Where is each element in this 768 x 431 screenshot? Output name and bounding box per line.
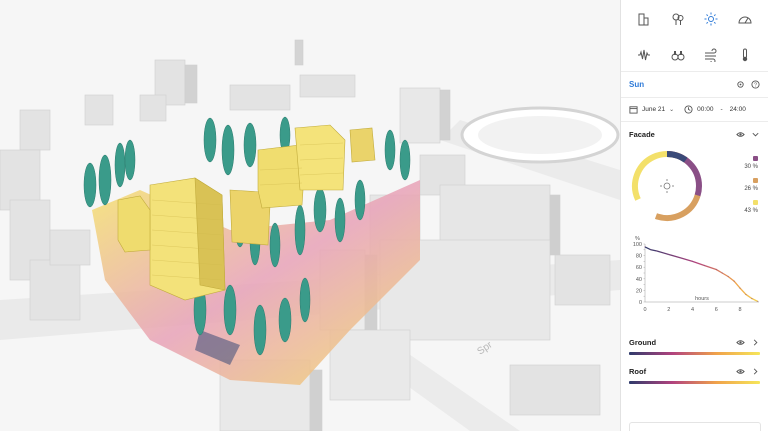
date-select[interactable]: June 21 (642, 106, 665, 113)
chevron-down-icon[interactable]: ⌄ (669, 106, 674, 113)
data-point (703, 264, 705, 267)
tool-icon-grid (621, 0, 768, 72)
facade-donut-chart: 30 % 26 % 43 % (621, 146, 768, 232)
x-tick-label: 8 (738, 307, 741, 313)
sun-hours-line-chart: %0204060801000 2 4 6 8hours (633, 236, 759, 313)
data-point (721, 272, 723, 274)
panel-footer-box (629, 422, 761, 431)
sun-tool-button[interactable] (695, 10, 729, 28)
x-axis-label: hours (695, 296, 709, 302)
data-point (739, 287, 741, 289)
daylight-icon (738, 16, 752, 24)
legend-value: 26 % (744, 186, 758, 192)
map-viewport[interactable]: Spr (0, 0, 620, 431)
gear-icon[interactable] (736, 80, 745, 89)
eye-icon[interactable] (736, 367, 745, 376)
roof-header[interactable]: Roof (621, 361, 768, 381)
analysis-panel: Sun ? June 21 ⌄ 00:00 - 24:00 Facade 30 … (620, 0, 768, 431)
wind-icon (705, 48, 717, 62)
x-tick-label: 2 (667, 307, 670, 313)
chevron-right-icon[interactable] (751, 367, 760, 376)
y-tick-label: 100 (633, 242, 642, 248)
y-tick-label: 20 (636, 288, 642, 294)
city-scene[interactable]: Spr (0, 0, 620, 431)
sun-header-actions: ? (736, 80, 760, 89)
legend-swatch (753, 178, 758, 183)
help-icon[interactable]: ? (751, 80, 760, 89)
y-tick-label: 0 (639, 300, 642, 306)
time-start[interactable]: 00:00 (697, 106, 713, 113)
roof-color-scale (629, 381, 760, 384)
binoculars-icon (671, 50, 685, 60)
ground-header[interactable]: Ground (621, 332, 768, 352)
clock-icon (684, 105, 693, 114)
data-point (757, 300, 759, 303)
sun-icon (704, 12, 718, 26)
data-point (668, 253, 670, 256)
eye-icon[interactable] (736, 130, 745, 139)
daylight-tool-button[interactable] (728, 10, 762, 28)
thermometer-icon (742, 48, 748, 61)
temperature-tool-button[interactable] (728, 46, 762, 64)
chevron-right-icon[interactable] (751, 338, 760, 347)
app: Spr Sun ? June 21 ⌄ 00:00 - 24:00 Facade… (0, 0, 768, 431)
data-point (727, 275, 729, 278)
data-point (644, 246, 646, 248)
y-tick-label: 40 (636, 277, 642, 283)
legend-value: 43 % (744, 208, 758, 214)
y-tick-label: 80 (636, 254, 642, 260)
buildings-icon (638, 13, 649, 26)
sun-icon (660, 179, 674, 193)
data-point (745, 293, 747, 296)
series-line (644, 246, 759, 303)
legend-swatch (753, 156, 758, 161)
facade-legend: 30 % 26 % 43 % (744, 156, 758, 222)
legend-swatch (753, 200, 758, 205)
calendar-icon (629, 106, 638, 114)
sun-header: Sun ? (621, 72, 768, 98)
facade-title: Facade (629, 129, 655, 139)
sun-title: Sun (629, 80, 645, 89)
data-point (656, 250, 658, 252)
time-separator: - (720, 106, 723, 113)
x-tick-label: 0 (643, 307, 646, 313)
eye-icon[interactable] (736, 338, 745, 347)
date-time-row: June 21 ⌄ 00:00 - 24:00 (621, 98, 768, 122)
data-point (751, 297, 753, 300)
facade-header[interactable]: Facade (621, 122, 768, 146)
noise-tool-button[interactable] (627, 46, 661, 64)
sun-hours-chart: % 0 20 40 60 80 100 0 2 4 6 8 hours (621, 232, 768, 332)
y-tick-label: 60 (636, 265, 642, 271)
data-point (733, 280, 735, 282)
wind-tool-button[interactable] (695, 46, 729, 64)
data-point (680, 257, 682, 259)
x-tick-label: 4 (691, 307, 694, 313)
data-point (650, 249, 652, 251)
view-tool-button[interactable] (661, 46, 695, 64)
trees-icon (672, 13, 684, 25)
buildings-tool-button[interactable] (627, 10, 661, 28)
svg-text:?: ? (754, 82, 757, 88)
data-point (715, 268, 717, 271)
trees-tool-button[interactable] (661, 10, 695, 28)
ground-title: Ground (629, 337, 657, 347)
legend-value: 30 % (744, 164, 758, 170)
roof-title: Roof (629, 366, 647, 376)
noise-icon (637, 49, 650, 60)
x-tick-label: 6 (715, 307, 718, 313)
time-end[interactable]: 24:00 (730, 106, 746, 113)
chevron-down-icon[interactable] (751, 130, 760, 139)
data-point (691, 260, 694, 262)
ground-color-scale (629, 352, 760, 355)
